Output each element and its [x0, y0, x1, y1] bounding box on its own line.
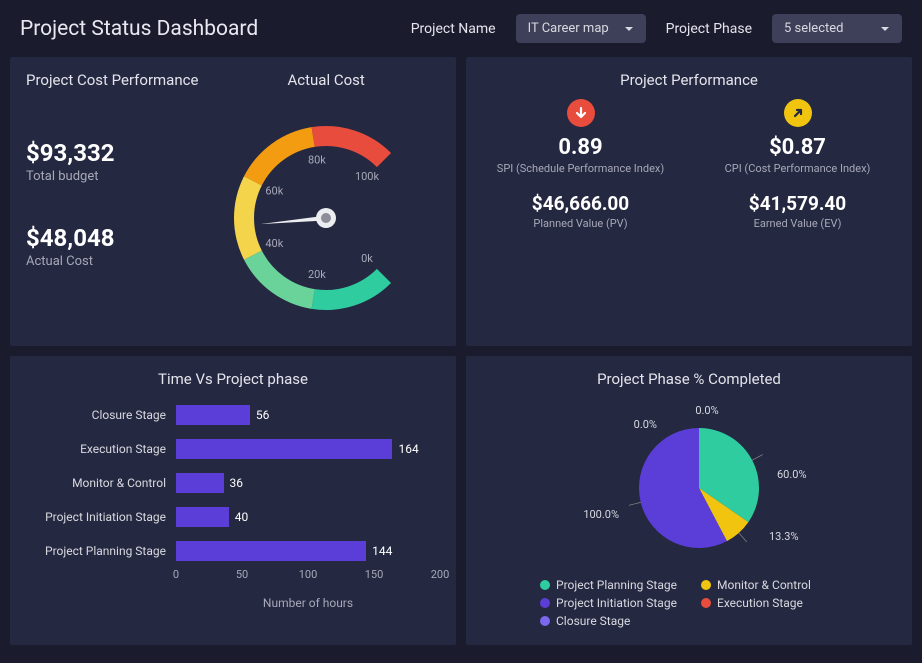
phase-completed-pie-chart: 0.0% 0.0% 60.0% 13.3% 100.0%: [559, 398, 819, 568]
bar-tick: 150: [365, 568, 384, 581]
bar-category: Project Planning Stage: [26, 544, 176, 558]
bar-category: Monitor & Control: [26, 476, 176, 490]
legend-label: Project Initiation Stage: [556, 596, 677, 610]
bar-category: Closure Stage: [26, 408, 176, 422]
legend-label: Closure Stage: [556, 614, 630, 628]
spi-value: 0.89: [482, 135, 679, 160]
actual-cost-gauge: 0k 20k 40k 60k 80k 100k: [211, 93, 441, 313]
bar-fill: [176, 439, 392, 459]
svg-text:60.0%: 60.0%: [777, 468, 807, 481]
chevron-down-icon: [880, 24, 890, 34]
bar-fill: [176, 473, 224, 493]
bar-row: Project Planning Stage 144: [26, 534, 440, 568]
legend-dot: [540, 616, 550, 626]
pie-title: Project Phase % Completed: [597, 370, 781, 388]
legend-item: Project Planning Stage: [540, 578, 677, 592]
legend-dot: [701, 598, 711, 608]
bar-fill: [176, 541, 366, 561]
bar-row: Closure Stage 56: [26, 398, 440, 432]
ev-label: Earned Value (EV): [699, 217, 896, 231]
bar-tick: 0: [173, 568, 179, 581]
legend-label: Project Planning Stage: [556, 578, 677, 592]
pie-legend: Project Planning Stage Monitor & Control P…: [540, 578, 838, 628]
svg-text:20k: 20k: [308, 268, 326, 281]
svg-text:100k: 100k: [355, 170, 380, 183]
header-bar: Project Status Dashboard Project Name IT…: [0, 0, 922, 57]
cpi-value: $0.87: [699, 135, 896, 160]
svg-text:100.0%: 100.0%: [583, 508, 619, 521]
legend-dot: [540, 580, 550, 590]
gauge-title: Actual Cost: [287, 71, 364, 89]
legend-label: Monitor & Control: [717, 578, 811, 592]
bar-tick: 200: [431, 568, 450, 581]
page-title: Project Status Dashboard: [20, 17, 391, 41]
total-budget-value: $93,332: [26, 139, 212, 167]
bar-value: 56: [256, 408, 270, 422]
svg-text:0k: 0k: [361, 252, 373, 265]
bar-fill: [176, 507, 229, 527]
pv-value: $46,666.00: [482, 192, 679, 215]
bar-row: Project Initiation Stage 40: [26, 500, 440, 534]
bar-tick: 100: [299, 568, 318, 581]
bar-title: Time Vs Project phase: [26, 370, 440, 388]
legend-dot: [540, 598, 550, 608]
phase-completed-panel: Project Phase % Completed 0.0% 0.0% 60.0% 1…: [466, 356, 912, 645]
svg-text:60k: 60k: [265, 185, 283, 198]
svg-text:80k: 80k: [308, 154, 326, 167]
legend-item: Monitor & Control: [701, 578, 838, 592]
legend-item: Execution Stage: [701, 596, 838, 610]
project-phase-value: 5 selected: [784, 21, 843, 36]
pv-label: Planned Value (PV): [482, 217, 679, 231]
svg-text:0.0%: 0.0%: [634, 418, 657, 431]
legend-item: Closure Stage: [540, 614, 677, 628]
bar-category: Execution Stage: [26, 442, 176, 456]
bar-value: 144: [372, 544, 392, 558]
bar-value: 164: [398, 442, 418, 456]
cost-performance-panel: Project Cost Performance $93,332 Total b…: [10, 57, 456, 346]
chevron-down-icon: [624, 24, 634, 34]
bar-tick: 50: [236, 568, 248, 581]
bar-row: Monitor & Control 36: [26, 466, 440, 500]
svg-text:40k: 40k: [265, 237, 283, 250]
legend-label: Execution Stage: [717, 596, 803, 610]
time-vs-phase-bar-chart: Closure Stage 56 Execution Stage 164 Mon…: [26, 398, 440, 568]
actual-cost-label: Actual Cost: [26, 254, 212, 269]
project-name-label: Project Name: [411, 21, 496, 37]
project-phase-label: Project Phase: [666, 21, 752, 37]
project-name-dropdown[interactable]: IT Career map: [516, 14, 646, 43]
arrow-down-icon: [567, 99, 595, 127]
bar-fill: [176, 405, 250, 425]
cost-panel-title: Project Cost Performance: [26, 71, 212, 89]
cpi-label: CPI (Cost Performance Index): [699, 162, 896, 176]
bar-x-title: Number of hours: [176, 596, 440, 610]
total-budget-label: Total budget: [26, 169, 212, 184]
spi-label: SPI (Schedule Performance Index): [482, 162, 679, 176]
project-performance-panel: Project Performance 0.89 SPI (Schedule P…: [466, 57, 912, 346]
project-name-value: IT Career map: [528, 21, 609, 36]
time-vs-phase-panel: Time Vs Project phase Closure Stage 56 E…: [10, 356, 456, 645]
project-phase-dropdown[interactable]: 5 selected: [772, 14, 902, 43]
performance-title: Project Performance: [482, 71, 896, 89]
ev-value: $41,579.40: [699, 192, 896, 215]
bar-row: Execution Stage 164: [26, 432, 440, 466]
bar-value: 40: [235, 510, 249, 524]
legend-item: Project Initiation Stage: [540, 596, 677, 610]
arrow-up-right-icon: [784, 99, 812, 127]
legend-dot: [701, 580, 711, 590]
actual-cost-value: $48,048: [26, 224, 212, 252]
bar-x-axis: 050100150200: [176, 568, 440, 586]
svg-text:0.0%: 0.0%: [695, 404, 718, 417]
bar-value: 36: [230, 476, 244, 490]
svg-text:13.3%: 13.3%: [769, 530, 799, 543]
bar-category: Project Initiation Stage: [26, 510, 176, 524]
